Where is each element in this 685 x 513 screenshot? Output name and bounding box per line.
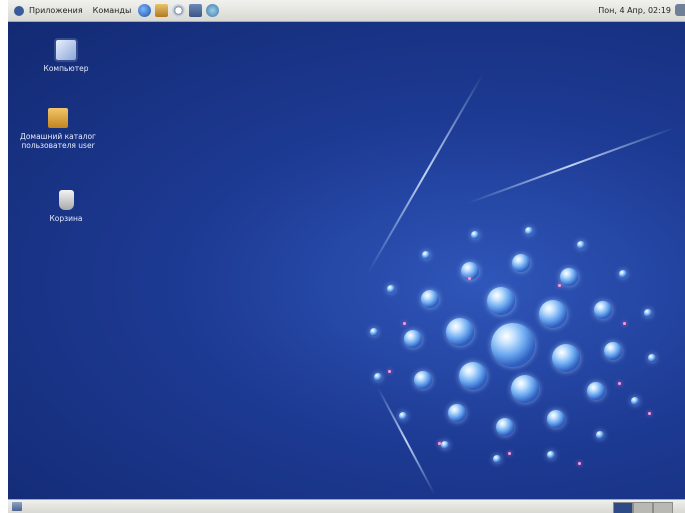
screen: Приложения Команды Пон, 4 Апр, 02:19 Ком… xyxy=(8,0,685,513)
bubble xyxy=(369,327,378,336)
bubble xyxy=(413,371,432,390)
trash-icon xyxy=(58,190,74,210)
sparkle-dot xyxy=(438,442,441,445)
bubble xyxy=(486,287,515,316)
sparkle-dot xyxy=(578,462,581,465)
bubble xyxy=(603,342,622,361)
help-icon[interactable] xyxy=(206,4,220,17)
bubble xyxy=(577,240,585,249)
bubble xyxy=(458,361,487,390)
trash-label: Корзина xyxy=(49,214,83,223)
bubble xyxy=(525,226,533,235)
mail-client-icon[interactable] xyxy=(155,4,169,17)
computer-desktop-icon[interactable]: Компьютер xyxy=(16,40,116,73)
actions-menu[interactable]: Команды xyxy=(88,6,137,15)
workspace-1[interactable] xyxy=(613,502,633,513)
computer-icon xyxy=(56,40,76,60)
sparkle-dot xyxy=(558,284,561,287)
sparkle-dot xyxy=(508,452,511,455)
bubble xyxy=(539,300,568,329)
bubble xyxy=(618,269,627,278)
bubble xyxy=(491,323,535,367)
bubble xyxy=(399,412,408,421)
computer-label: Компьютер xyxy=(43,64,89,73)
bubble xyxy=(386,285,395,294)
bubble xyxy=(551,344,580,373)
workspace-3[interactable] xyxy=(653,502,673,513)
gnome-foot-icon xyxy=(14,5,24,16)
bubble xyxy=(560,268,579,287)
workspace-2[interactable] xyxy=(633,502,653,513)
sparkle-dot xyxy=(468,277,471,280)
sparkle-dot xyxy=(388,370,391,373)
web-browser-icon[interactable] xyxy=(138,4,152,17)
home-folder-icon xyxy=(48,108,68,128)
bottom-panel xyxy=(8,499,685,513)
clock[interactable]: Пон, 4 Апр, 02:19 xyxy=(598,6,685,15)
bubble xyxy=(404,329,423,348)
light-streak xyxy=(467,126,676,204)
light-streak xyxy=(367,73,484,274)
home-folder-desktop-icon[interactable]: Домашний каталог пользователя user xyxy=(8,108,108,150)
bubble xyxy=(594,300,613,319)
bubble xyxy=(547,451,556,460)
bubble xyxy=(447,403,466,422)
bubble xyxy=(648,354,657,363)
bubble xyxy=(421,251,430,260)
tray-icon[interactable] xyxy=(675,4,685,16)
bubble xyxy=(446,317,475,346)
bubble xyxy=(511,254,530,273)
sparkle-dot xyxy=(618,382,621,385)
bubble xyxy=(547,409,566,428)
top-panel: Приложения Команды Пон, 4 Апр, 02:19 xyxy=(8,0,685,22)
cd-player-icon[interactable] xyxy=(172,4,186,17)
home-folder-label: Домашний каталог пользователя user xyxy=(19,132,96,150)
bubble xyxy=(631,396,640,405)
bubble xyxy=(496,417,515,436)
sparkle-dot xyxy=(403,322,406,325)
show-desktop-icon[interactable] xyxy=(12,502,22,511)
bubble xyxy=(440,441,449,450)
desktop[interactable]: Компьютер Домашний каталог пользователя … xyxy=(8,22,685,499)
text-editor-icon[interactable] xyxy=(189,4,203,17)
bubble xyxy=(586,382,605,401)
bubble xyxy=(643,309,652,318)
bubble xyxy=(596,430,605,439)
bubble xyxy=(421,289,440,308)
bubble xyxy=(511,374,540,403)
bubble xyxy=(374,372,383,381)
bubble xyxy=(492,455,501,464)
trash-desktop-icon[interactable]: Корзина xyxy=(16,190,116,223)
sparkle-dot xyxy=(648,412,651,415)
sparkle-dot xyxy=(623,322,626,325)
light-streak xyxy=(377,387,436,495)
applications-menu[interactable]: Приложения xyxy=(24,6,88,15)
bubble xyxy=(470,230,479,239)
